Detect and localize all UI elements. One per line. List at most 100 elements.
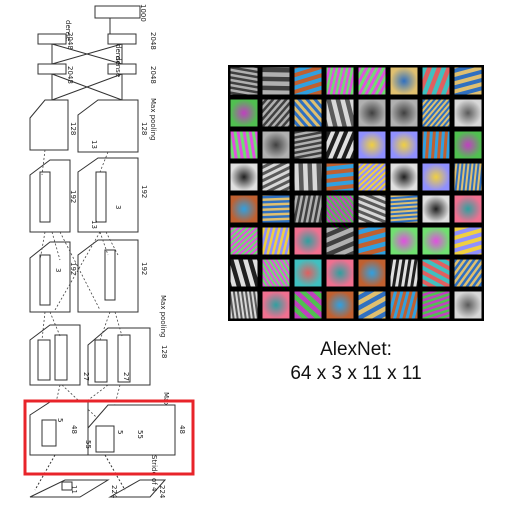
filter-cell [326, 291, 354, 319]
label-5-a: 5 [56, 418, 64, 422]
filter-cell [326, 195, 354, 223]
label-48-a: 48 [70, 425, 78, 434]
filter-cell [390, 163, 418, 191]
filter-cell [230, 99, 258, 127]
label-192-d: 192 [140, 262, 148, 275]
filter-cell [358, 291, 386, 319]
label-2048-l1: 2048 [66, 32, 74, 50]
filter-visualization-grid [228, 65, 484, 321]
conv4-kernel-left [39, 171, 51, 223]
label-224-a: 224 [110, 485, 118, 499]
label-dense-b: dense [114, 56, 122, 77]
filter-cell [358, 67, 386, 95]
filter-cell [230, 195, 258, 223]
label-27-a: 27 [82, 372, 90, 381]
label-128-l: 128 [69, 122, 77, 135]
filter-cell [422, 67, 450, 95]
filter-cell [358, 163, 386, 191]
filter-cell [358, 195, 386, 223]
filter-cell [326, 99, 354, 127]
label-55-a: 55 [84, 440, 92, 449]
filter-cell [230, 227, 258, 255]
label-2048-r1: 2048 [149, 32, 157, 50]
filter-cell [358, 227, 386, 255]
filter-cell [390, 195, 418, 223]
conv2-kernel-left-b [54, 334, 68, 381]
filter-cell [422, 291, 450, 319]
caption-title: AlexNet: [320, 339, 392, 360]
label-13-a: 13 [90, 140, 98, 149]
filter-cell [390, 259, 418, 287]
filter-cell [454, 227, 482, 255]
filter-cell [454, 163, 482, 191]
conv2-kernel-left-a [37, 339, 51, 381]
filter-cell [358, 131, 386, 159]
filter-cell [230, 131, 258, 159]
filter-cell [326, 227, 354, 255]
label-2048-r2: 2048 [149, 66, 157, 84]
filter-cell [454, 259, 482, 287]
label-192-c: 192 [69, 262, 77, 275]
filter-cell [230, 291, 258, 319]
dense-box-left-1 [37, 33, 67, 45]
label-3-a: 3 [114, 205, 122, 209]
caption-shape: 64 x 3 x 11 x 11 [290, 363, 422, 384]
label-5-b: 5 [116, 430, 124, 434]
filter-cell [422, 227, 450, 255]
alexnet-architecture-diagram: dense 1000 2048 dense 2048 2048 dense 20… [23, 4, 484, 499]
filter-cell [262, 131, 290, 159]
label-output: 1000 [139, 4, 147, 22]
conv3-block [29, 239, 139, 313]
dense-box-left-2 [37, 63, 67, 75]
filter-cell [262, 99, 290, 127]
label-13-c: 13 [90, 220, 98, 229]
filter-cell [422, 163, 450, 191]
label-2048-l2: 2048 [66, 66, 74, 84]
filter-cell [294, 163, 322, 191]
dense-box-right-1 [107, 33, 137, 45]
filter-cell [422, 131, 450, 159]
filter-cell [390, 227, 418, 255]
label-128-r: 128 [140, 122, 148, 135]
filter-cell [358, 259, 386, 287]
filter-cell [454, 195, 482, 223]
dense-layers [37, 5, 141, 101]
filter-cell [262, 227, 290, 255]
filter-cell [230, 163, 258, 191]
filter-cell [326, 131, 354, 159]
label-maxpool-top: Max pooling [149, 98, 157, 140]
filter-cell [390, 291, 418, 319]
label-3-b: 3 [54, 268, 62, 272]
filter-cell [294, 131, 322, 159]
conv3-kernel-right [104, 249, 116, 301]
filter-cell [262, 67, 290, 95]
filter-cell [294, 99, 322, 127]
conv4-block [29, 157, 139, 233]
filter-cell [422, 259, 450, 287]
filter-cell [454, 67, 482, 95]
label-27-b: 27 [122, 372, 130, 381]
filter-cell [262, 291, 290, 319]
filter-cell [422, 195, 450, 223]
filter-cell [294, 195, 322, 223]
filter-cell [262, 163, 290, 191]
conv3-kernel-left [39, 254, 51, 306]
filter-cell [326, 163, 354, 191]
filter-cell [454, 99, 482, 127]
label-128-c: 128 [160, 345, 168, 358]
filter-cell [294, 67, 322, 95]
filter-cell [294, 259, 322, 287]
filter-cell [326, 259, 354, 287]
conv5-block [29, 99, 139, 153]
filter-cell [422, 99, 450, 127]
filter-cell [390, 131, 418, 159]
conv1-kernel-left [41, 419, 57, 447]
filter-cell [294, 227, 322, 255]
conv4-kernel-right [95, 171, 107, 223]
label-224-b: 224 [158, 485, 166, 499]
filter-cell [294, 291, 322, 319]
label-maxpool-mid: Max pooling [159, 295, 167, 337]
slide: dense 1000 2048 dense 2048 2048 dense 20… [0, 0, 528, 505]
conv1-block [29, 401, 176, 456]
filter-cell [454, 131, 482, 159]
